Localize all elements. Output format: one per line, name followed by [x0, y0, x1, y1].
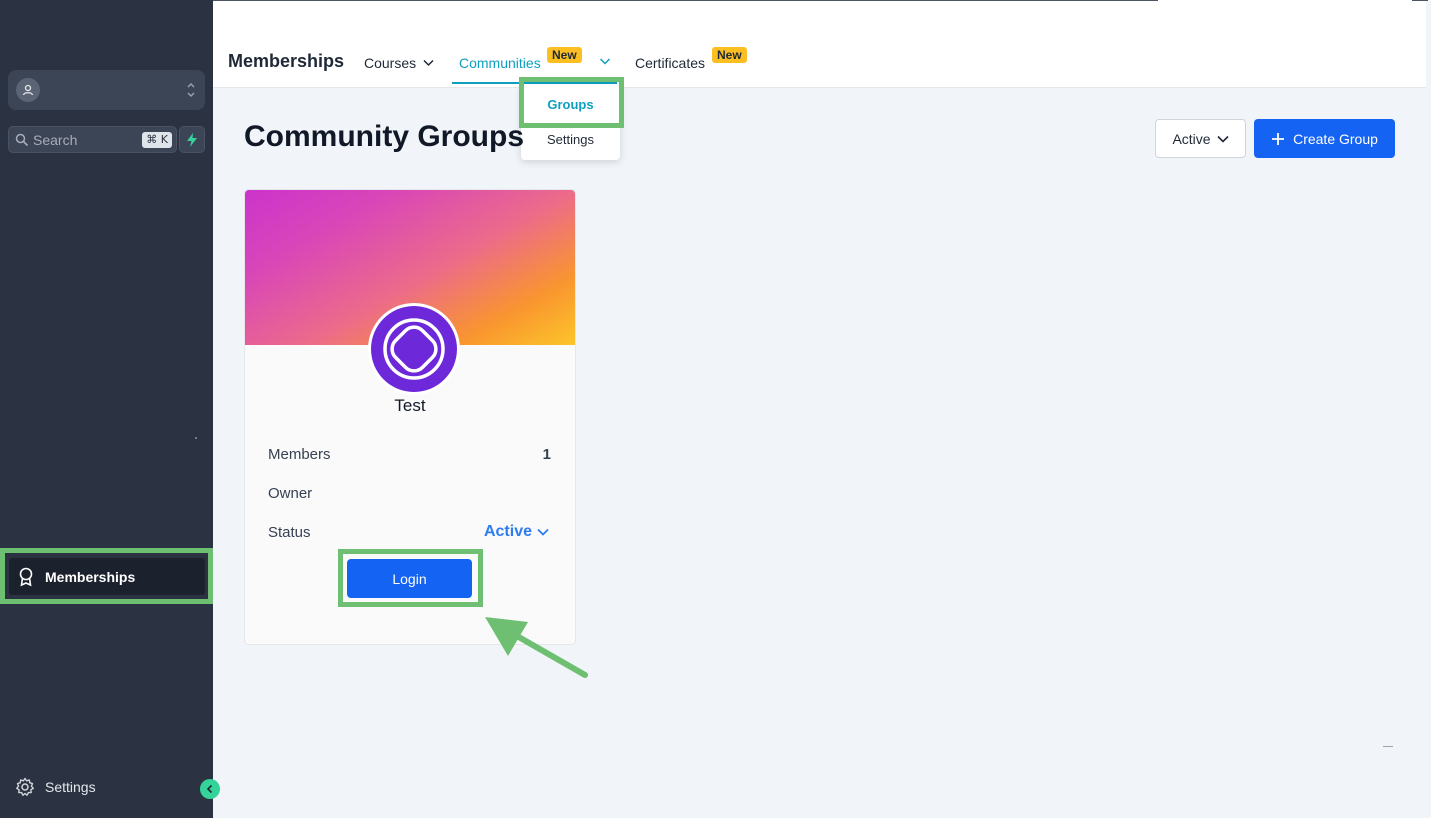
group-name: Test: [394, 396, 426, 415]
tab-label: Certificates: [635, 55, 706, 71]
decorative-mark: [1383, 746, 1393, 747]
annotation-arrow-icon: [485, 617, 588, 678]
chevron-down-icon: [537, 528, 549, 536]
owner-label: Owner: [268, 485, 313, 502]
top-border-line: [213, 0, 1158, 1]
decorative-dot: [195, 437, 197, 439]
sidebar-item-settings[interactable]: Settings: [15, 776, 96, 798]
quick-action-button[interactable]: [179, 126, 205, 153]
groups-highlight-box: [519, 77, 624, 128]
search-box[interactable]: ⌘ K: [8, 126, 177, 153]
section-title: Memberships: [228, 51, 345, 71]
chevron-down-icon: [423, 59, 434, 67]
search-icon: [15, 133, 29, 147]
bolt-icon: [187, 132, 197, 147]
plus-icon: [1272, 132, 1285, 145]
top-border-line: [1412, 0, 1428, 1]
page-title: Community Groups: [244, 120, 525, 153]
menu-item-settings[interactable]: Settings: [521, 132, 620, 147]
chevron-down-icon[interactable]: [599, 57, 611, 66]
status-filter-select[interactable]: Active: [1155, 119, 1246, 158]
chevron-down-icon: [1216, 135, 1229, 143]
tab-certificates[interactable]: Certificates: [635, 55, 705, 71]
chevron-left-icon: [206, 784, 213, 794]
circle-knot-logo-icon: [383, 318, 445, 380]
account-switcher[interactable]: [8, 70, 205, 110]
members-label: Members: [268, 446, 331, 463]
filter-value: Active: [1172, 130, 1211, 147]
group-avatar: [368, 303, 460, 395]
status-dropdown[interactable]: Active: [484, 523, 549, 541]
sidebar-item-memberships[interactable]: Memberships: [9, 558, 205, 595]
sidebar-item-label: Memberships: [45, 568, 136, 585]
tab-courses[interactable]: Courses: [364, 55, 434, 71]
search-input[interactable]: [33, 131, 143, 149]
new-badge: New: [547, 47, 582, 63]
tab-label: Communities: [459, 55, 541, 71]
members-count: 1: [542, 446, 551, 463]
ribbon-award-icon: [19, 567, 33, 586]
top-navigation-bar: [213, 0, 1426, 88]
new-badge: New: [712, 47, 747, 63]
user-circle-icon: [16, 78, 40, 102]
sidebar: ⌘ K Memberships Settings: [0, 0, 213, 818]
status-value: Active: [483, 523, 532, 540]
login-button[interactable]: Login: [347, 559, 472, 598]
sidebar-item-label: Settings: [45, 779, 96, 795]
tab-label: Courses: [364, 55, 417, 71]
create-group-label: Create Group: [1293, 130, 1378, 147]
tab-communities[interactable]: Communities: [459, 55, 541, 71]
search-shortcut-hint: ⌘ K: [142, 132, 172, 148]
create-group-button[interactable]: Create Group: [1254, 119, 1395, 158]
status-label: Status: [268, 524, 311, 541]
gear-icon: [16, 777, 34, 796]
chevron-up-down-icon: [187, 83, 195, 97]
collapse-sidebar-button[interactable]: [200, 779, 220, 799]
